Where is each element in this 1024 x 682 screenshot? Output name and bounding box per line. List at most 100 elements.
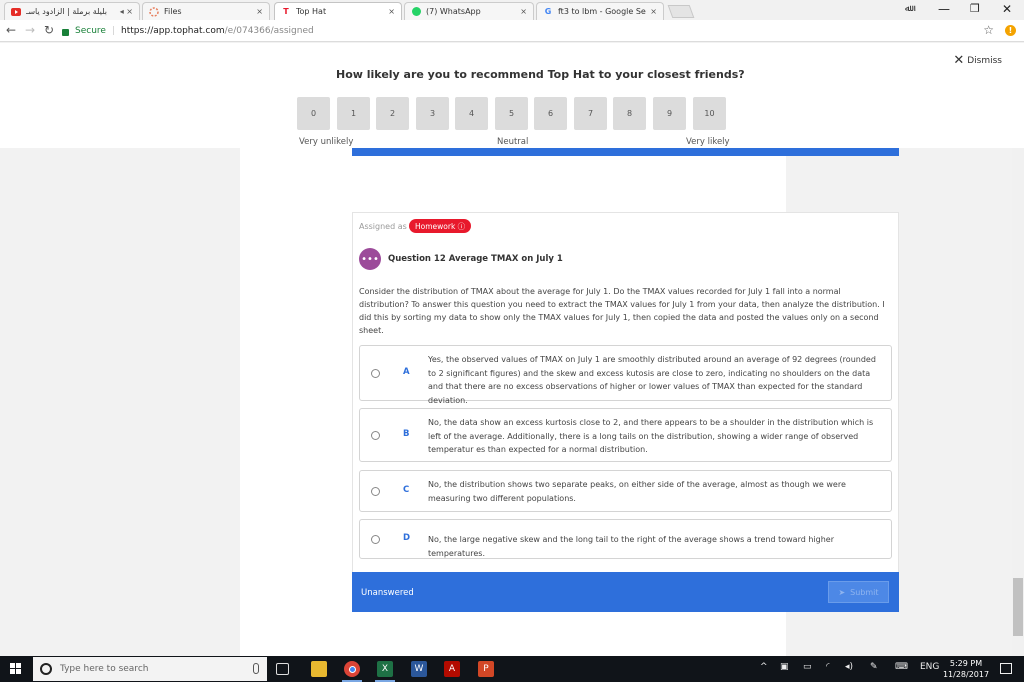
score-button-9[interactable]: 9 — [653, 97, 686, 130]
action-center-icon[interactable] — [1000, 663, 1012, 674]
homework-badge[interactable]: Homework ⓘ — [409, 219, 472, 233]
secure-label: Secure — [75, 26, 106, 36]
option-letter: C — [403, 485, 410, 495]
system-clock[interactable]: 5:29 PM 11/28/2017 — [940, 658, 992, 680]
clock-time: 5:29 PM — [949, 659, 983, 668]
tab-title: Files — [164, 7, 182, 16]
close-icon: ✕ — [953, 53, 965, 68]
cortana-icon — [40, 663, 52, 675]
taskbar-search-box[interactable]: Type here to search — [33, 657, 267, 681]
divider: | — [111, 26, 115, 36]
keyboard-icon[interactable]: ⌨ — [895, 662, 908, 672]
url-path: /e/074366/assigned — [224, 26, 314, 36]
score-button-7[interactable]: 7 — [574, 97, 607, 130]
battery-icon[interactable]: ▭ — [803, 662, 812, 672]
tab-strip: بليلة برملة | الزادود ياسـ ◂ × Files × T… — [0, 0, 1024, 20]
tophat-icon: T — [283, 7, 289, 16]
answer-status-bar: Unanswered ➤ Submit — [352, 572, 899, 612]
dismiss-label: Dismiss — [967, 55, 1002, 66]
score-button-6[interactable]: 6 — [534, 97, 567, 130]
task-view-icon[interactable] — [276, 663, 289, 675]
question-title: Question 12 Average TMAX on July 1 — [388, 254, 563, 264]
tab-title: بليلة برملة | الزادود ياسـ — [26, 7, 107, 16]
score-button-10[interactable]: 10 — [693, 97, 726, 130]
user-profile-badge[interactable]: ﷲ — [905, 4, 910, 14]
answer-option-b[interactable]: B No, the data show an excess kurtosis c… — [359, 408, 892, 462]
close-icon[interactable]: × — [388, 7, 395, 16]
tab-youtube[interactable]: بليلة برملة | الزادود ياسـ ◂ × — [4, 2, 140, 20]
network-icon[interactable]: ▣ — [780, 662, 789, 672]
survey-question: How likely are you to recommend Top Hat … — [336, 68, 745, 81]
file-explorer-icon[interactable] — [311, 661, 327, 677]
score-button-5[interactable]: 5 — [495, 97, 528, 130]
answer-option-a[interactable]: A Yes, the observed values of TMAX on Ju… — [359, 345, 892, 405]
dismiss-button[interactable]: ✕ Dismiss — [953, 53, 1002, 68]
windows-start-icon[interactable] — [10, 663, 22, 675]
close-icon[interactable]: × — [650, 7, 657, 16]
tray-chevron-icon[interactable]: ^ — [760, 662, 768, 672]
score-button-8[interactable]: 8 — [613, 97, 646, 130]
score-button-2[interactable]: 2 — [376, 97, 409, 130]
address-bar[interactable]: Secure | https://app.tophat.com/e/074366… — [62, 23, 997, 39]
radio-button[interactable] — [371, 431, 380, 440]
language-indicator[interactable]: ENG — [920, 662, 939, 672]
powerpoint-icon[interactable]: P — [478, 661, 494, 677]
tab-title: (7) WhatsApp — [426, 7, 481, 16]
score-button-3[interactable]: 3 — [416, 97, 449, 130]
close-icon[interactable]: × — [256, 7, 263, 16]
radio-button[interactable] — [371, 369, 380, 378]
tab-audio-close[interactable]: ◂ × — [120, 7, 133, 16]
option-text: No, the distribution shows two separate … — [428, 480, 846, 503]
bookmark-star-icon[interactable]: ☆ — [983, 23, 994, 37]
tab-google[interactable]: G ft3 to lbm - Google Sear × — [536, 2, 664, 20]
volume-icon[interactable]: ◂) — [845, 662, 853, 672]
clock-date: 11/28/2017 — [942, 670, 990, 679]
wifi-icon[interactable]: ◜ — [826, 662, 830, 672]
google-icon: G — [544, 7, 552, 16]
tab-title: Top Hat — [296, 7, 327, 16]
option-text: No, the data show an excess kurtosis clo… — [428, 418, 874, 454]
question-body: Consider the distribution of TMAX about … — [359, 287, 885, 335]
question-header-bar — [352, 148, 899, 156]
word-icon[interactable]: W — [411, 661, 427, 677]
close-icon[interactable]: × — [520, 7, 527, 16]
answer-option-c[interactable]: C No, the distribution shows two separat… — [359, 470, 892, 512]
new-tab-button[interactable] — [667, 5, 695, 18]
restore-icon[interactable]: ❐ — [970, 2, 980, 15]
extension-icon[interactable]: ! — [1005, 25, 1016, 36]
microphone-icon[interactable] — [253, 663, 259, 674]
windows-taskbar: Type here to search X W A P ^ ▣ ▭ ◜ ◂) ✎… — [0, 656, 1024, 682]
tab-tophat[interactable]: T Top Hat × — [274, 2, 402, 20]
url-host: https://app.tophat.com — [121, 26, 225, 36]
chrome-icon[interactable] — [342, 661, 362, 682]
browser-toolbar: ← → ↻ Secure | https://app.tophat.com/e/… — [0, 20, 1024, 42]
reload-icon[interactable]: ↻ — [44, 23, 54, 37]
radio-button[interactable] — [371, 535, 380, 544]
minimize-icon[interactable]: — — [938, 2, 950, 16]
tab-files[interactable]: Files × — [142, 2, 270, 20]
whatsapp-icon — [411, 7, 421, 17]
pen-icon[interactable]: ✎ — [870, 662, 878, 672]
option-text: No, the large negative skew and the long… — [428, 535, 835, 558]
score-button-1[interactable]: 1 — [337, 97, 370, 130]
forward-icon[interactable]: → — [25, 23, 35, 37]
radio-button[interactable] — [371, 487, 380, 496]
assigned-as-label: Assigned as — [359, 222, 407, 231]
acrobat-icon[interactable]: A — [444, 661, 460, 677]
scale-label-low: Very unlikely — [299, 137, 354, 147]
send-icon: ➤ — [838, 587, 846, 597]
excel-icon[interactable]: X — [375, 661, 395, 682]
scrollbar-thumb[interactable] — [1013, 578, 1023, 636]
score-button-0[interactable]: 0 — [297, 97, 330, 130]
submit-button[interactable]: ➤ Submit — [828, 581, 889, 603]
search-placeholder: Type here to search — [60, 664, 149, 674]
back-icon[interactable]: ← — [6, 23, 16, 37]
score-button-4[interactable]: 4 — [455, 97, 488, 130]
answer-option-d[interactable]: D No, the large negative skew and the lo… — [359, 519, 892, 559]
scale-label-mid: Neutral — [497, 137, 529, 147]
option-letter: A — [403, 367, 410, 377]
option-text: Yes, the observed values of TMAX on July… — [428, 355, 876, 405]
window-close-icon[interactable]: ✕ — [1002, 2, 1012, 16]
tab-whatsapp[interactable]: (7) WhatsApp × — [404, 2, 534, 20]
files-icon — [149, 6, 159, 17]
